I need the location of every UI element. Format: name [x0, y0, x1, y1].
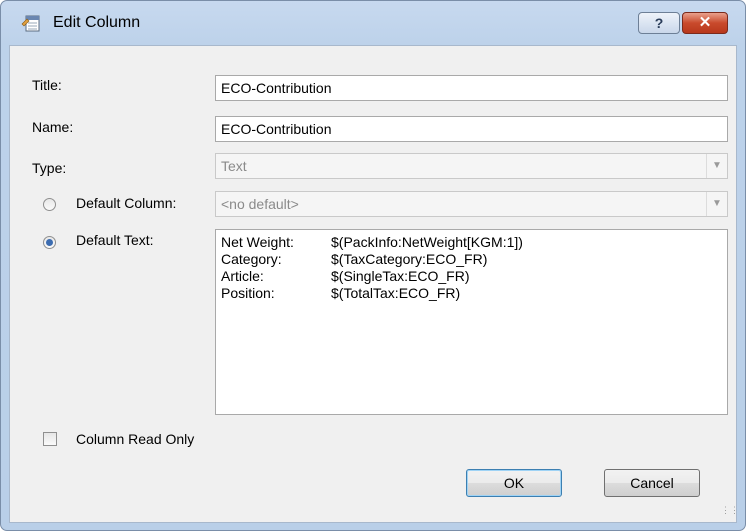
window-title: Edit Column [53, 14, 141, 31]
cancel-button[interactable]: Cancel [604, 469, 700, 497]
chevron-down-icon[interactable]: ▼ [706, 154, 727, 178]
help-button[interactable]: ? [638, 12, 680, 34]
default-column-radio[interactable] [43, 198, 56, 211]
type-select[interactable]: Text ▼ [215, 153, 728, 179]
title-input[interactable]: ECO-Contribution [215, 75, 728, 101]
dialog-body: Title: ECO-Contribution Name: ECO-Contri… [9, 45, 739, 523]
ok-button[interactable]: OK [466, 469, 562, 497]
edit-column-icon [21, 15, 40, 32]
default-column-select[interactable]: <no default> ▼ [215, 191, 728, 217]
chevron-down-icon[interactable]: ▼ [706, 192, 727, 216]
text-line: Article: $(SingleTax:ECO_FR) [221, 268, 470, 284]
text-line: Position: $(TotalTax:ECO_FR) [221, 285, 461, 301]
title-label: Title: [32, 77, 62, 93]
close-icon: ✕ [698, 14, 712, 31]
default-text-radio[interactable] [43, 236, 56, 249]
default-text-label: Default Text: [76, 232, 154, 248]
text-line: Category: $(TaxCategory:ECO_FR) [221, 251, 488, 267]
help-icon: ? [654, 15, 664, 31]
text-line: Net Weight: $(PackInfo:NetWeight[KGM:1]) [221, 234, 523, 250]
edit-column-dialog: Edit Column ? ✕ Title: ECO-Contribution … [0, 0, 746, 531]
title-bar[interactable]: Edit Column ? ✕ [1, 1, 745, 45]
type-label: Type: [32, 160, 67, 176]
resize-grip-icon[interactable]: ⋮⋮ [721, 506, 739, 519]
name-input[interactable]: ECO-Contribution [215, 116, 728, 142]
close-button[interactable]: ✕ [682, 12, 728, 34]
read-only-checkbox[interactable] [43, 432, 57, 446]
default-column-select-value: <no default> [221, 196, 299, 212]
read-only-label: Column Read Only [76, 431, 195, 447]
default-column-label: Default Column: [76, 195, 177, 211]
name-label: Name: [32, 119, 74, 135]
type-select-value: Text [221, 158, 247, 174]
default-text-area[interactable]: Net Weight: $(PackInfo:NetWeight[KGM:1]) … [215, 229, 728, 415]
